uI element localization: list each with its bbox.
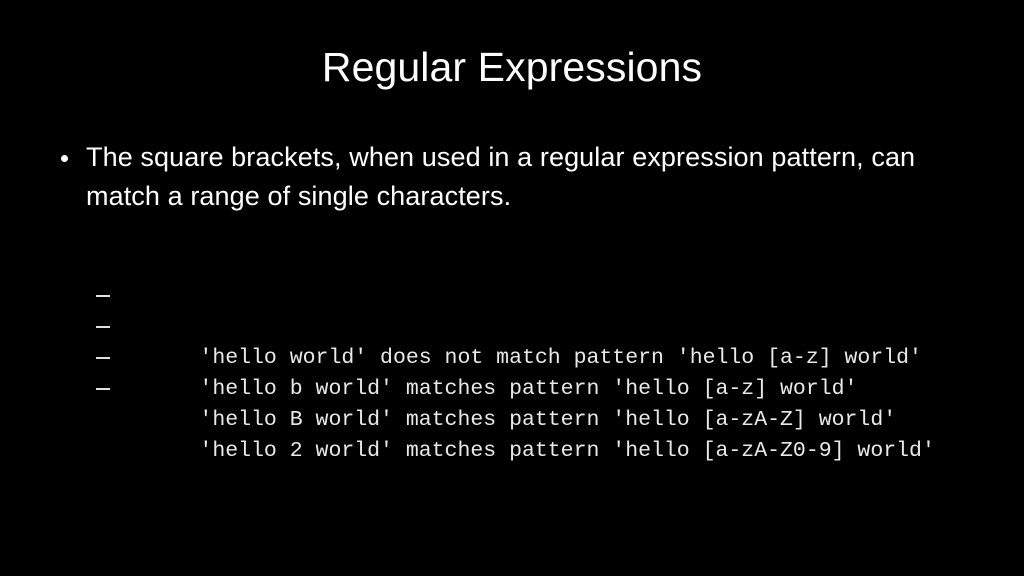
dash-marker-icon (96, 388, 110, 390)
bullet-list: The square brackets, when used in a regu… (56, 138, 956, 216)
dash-marker-icon (96, 326, 110, 328)
list-item: 'hello 2 world' matches pattern 'hello [… (96, 374, 996, 463)
bullet-dot-icon (61, 155, 68, 162)
page-title: Regular Expressions (321, 44, 703, 90)
list-item: The square brackets, when used in a regu… (56, 138, 956, 216)
example-line-label: 'hello B world' matches pattern 'hello [… (199, 408, 897, 432)
list-item: 'hello B world' matches pattern 'hello [… (96, 343, 996, 432)
list-item: 'hello world' does not match pattern 'he… (96, 281, 996, 370)
bullet-item-label: The square brackets, when used in a regu… (86, 142, 916, 211)
dash-marker-icon (96, 295, 110, 297)
example-line-label: 'hello 2 world' matches pattern 'hello [… (199, 439, 935, 463)
slide-canvas: Regular Expressions The square brackets,… (0, 0, 1024, 576)
example-list: 'hello world' does not match pattern 'he… (96, 281, 996, 463)
list-item: 'hello b world' matches pattern 'hello [… (96, 312, 996, 401)
dash-marker-icon (96, 357, 110, 359)
